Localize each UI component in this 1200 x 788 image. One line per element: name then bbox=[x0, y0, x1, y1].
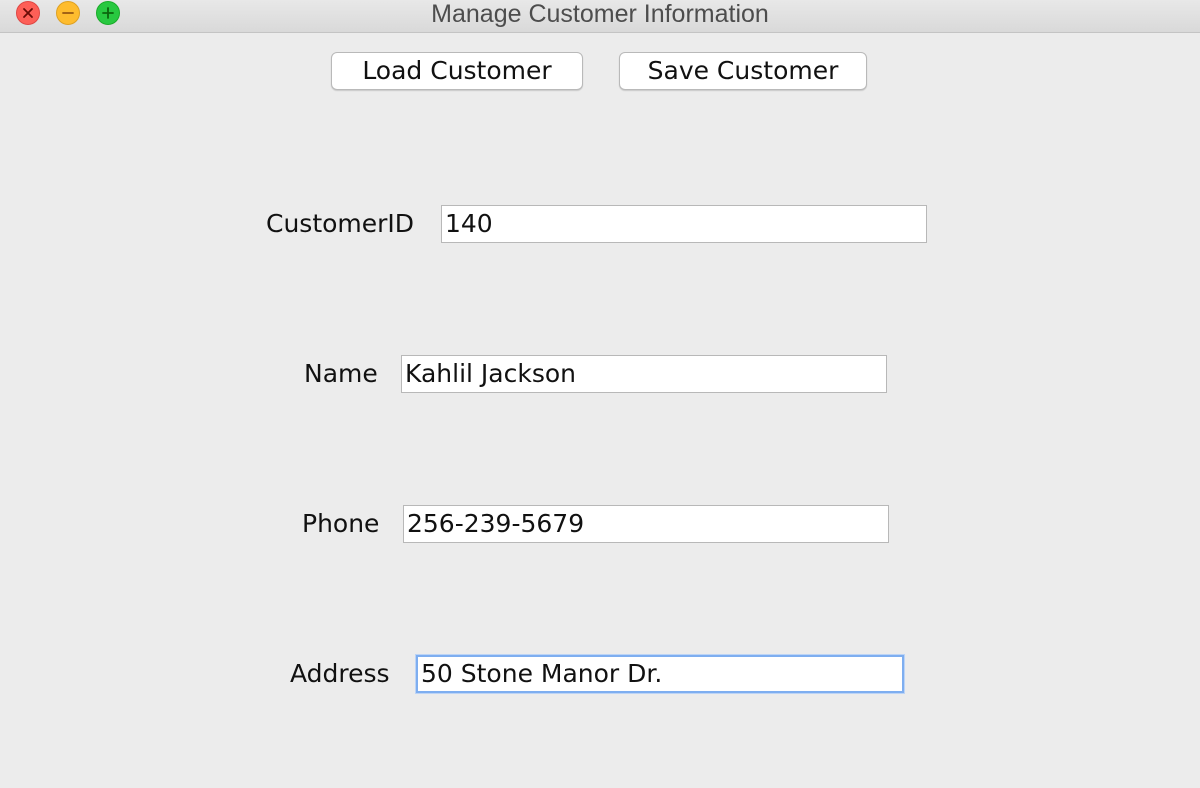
save-customer-button[interactable]: Save Customer bbox=[619, 52, 867, 90]
app-window: Manage Customer Information Load Custome… bbox=[0, 0, 1200, 788]
window-title: Manage Customer Information bbox=[431, 0, 769, 28]
phone-field[interactable]: 256-239-5679 bbox=[403, 505, 889, 543]
name-label: Name bbox=[304, 359, 378, 388]
phone-label: Phone bbox=[302, 509, 380, 538]
address-field[interactable]: 50 Stone Manor Dr. bbox=[416, 655, 904, 693]
name-field[interactable]: Kahlil Jackson bbox=[401, 355, 887, 393]
customer-id-label: CustomerID bbox=[266, 209, 415, 238]
load-customer-button[interactable]: Load Customer bbox=[331, 52, 583, 90]
customer-id-field[interactable]: 140 bbox=[441, 205, 927, 243]
title-bar[interactable]: Manage Customer Information bbox=[0, 0, 1200, 33]
address-label: Address bbox=[290, 659, 390, 688]
